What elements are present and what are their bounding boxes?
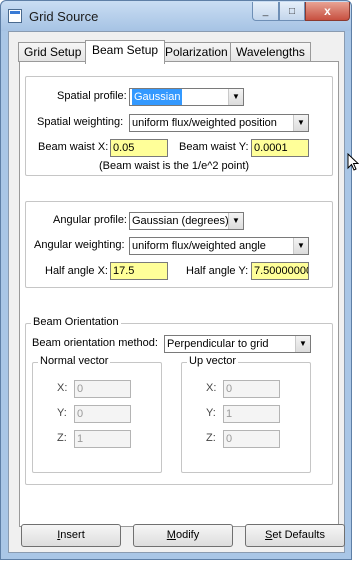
maximize-icon: □ xyxy=(288,5,296,17)
up-vector-legend: Up vector xyxy=(187,355,239,367)
normal-vector-legend: Normal vector xyxy=(38,355,111,367)
angular-profile-value: Gaussian (degrees) xyxy=(132,215,229,227)
orientation-method-label: Beam orientation method: xyxy=(32,337,158,349)
beam-waist-note: (Beam waist is the 1/e^2 point) xyxy=(99,160,250,172)
normal-z-input[interactable]: 1 xyxy=(74,430,131,448)
angular-weighting-select[interactable]: uniform flux/weighted angle ▼ xyxy=(129,237,309,255)
beam-orientation-legend: Beam Orientation xyxy=(31,316,121,328)
minimize-icon: _ xyxy=(262,5,269,17)
up-y-input[interactable]: 1 xyxy=(223,405,280,423)
beam-setup-page: Spatial profile: Gaussian ▼ Spatial weig… xyxy=(19,61,339,527)
half-angle-x-label: Half angle X: xyxy=(45,265,108,277)
chevron-down-icon: ▼ xyxy=(228,89,243,105)
normal-y-label: Y: xyxy=(57,407,67,419)
beam-waist-y-input[interactable]: 0.0001 xyxy=(251,139,309,157)
up-vector-group: Up vector X: 0 Y: 1 Z: 0 xyxy=(181,355,311,473)
normal-x-label: X: xyxy=(57,382,68,394)
chevron-down-icon: ▼ xyxy=(228,213,243,229)
mouse-cursor-icon xyxy=(347,153,359,171)
minimize-button[interactable]: _ xyxy=(252,2,279,21)
spatial-weighting-value: uniform flux/weighted position xyxy=(132,117,277,129)
up-x-input[interactable]: 0 xyxy=(223,380,280,398)
normal-y-input[interactable]: 0 xyxy=(74,405,131,423)
tab-grid-setup[interactable]: Grid Setup xyxy=(18,42,88,62)
set-defaults-button[interactable]: Set Defaults xyxy=(245,524,345,547)
title-bar[interactable]: Grid Source _ □ x xyxy=(1,1,351,31)
up-y-label: Y: xyxy=(206,407,216,419)
angular-group: Angular profile: Gaussian (degrees) ▼ An… xyxy=(25,201,333,288)
app-icon xyxy=(8,9,22,23)
tab-wavelengths[interactable]: Wavelengths xyxy=(230,42,311,62)
spatial-weighting-label: Spatial weighting: xyxy=(37,116,124,128)
angular-profile-select[interactable]: Gaussian (degrees) ▼ xyxy=(129,212,244,230)
angular-profile-label: Angular profile: xyxy=(53,214,127,226)
spatial-weighting-select[interactable]: uniform flux/weighted position ▼ xyxy=(129,114,309,132)
orientation-method-select[interactable]: Perpendicular to grid ▼ xyxy=(164,335,311,353)
angular-weighting-label: Angular weighting: xyxy=(34,239,125,251)
dialog-client: Grid Setup Beam Setup Polarization Wavel… xyxy=(8,31,345,553)
spatial-profile-label: Spatial profile: xyxy=(57,90,127,102)
normal-z-label: Z: xyxy=(57,432,67,444)
set-defaults-label-rest: et Defaults xyxy=(272,529,325,541)
half-angle-x-input[interactable]: 17.5 xyxy=(110,262,168,280)
beam-waist-x-input[interactable]: 0.05 xyxy=(110,139,168,157)
up-z-input[interactable]: 0 xyxy=(223,430,280,448)
chevron-down-icon: ▼ xyxy=(293,115,308,131)
grid-source-window: Grid Source _ □ x Grid Setup Beam Setup … xyxy=(0,0,352,560)
half-angle-y-label: Half angle Y: xyxy=(186,265,249,277)
half-angle-y-input[interactable]: 7.50000000 xyxy=(251,262,309,280)
modify-button[interactable]: Modify xyxy=(133,524,233,547)
close-button[interactable]: x xyxy=(305,2,350,21)
up-z-label: Z: xyxy=(206,432,216,444)
modify-hotkey: M xyxy=(166,529,176,541)
window-title: Grid Source xyxy=(29,9,99,24)
beam-waist-x-label: Beam waist X: xyxy=(38,141,109,153)
angular-weighting-value: uniform flux/weighted angle xyxy=(132,240,266,252)
maximize-button[interactable]: □ xyxy=(279,2,305,21)
chevron-down-icon: ▼ xyxy=(295,336,310,352)
up-x-label: X: xyxy=(206,382,217,394)
spatial-profile-select[interactable]: Gaussian ▼ xyxy=(129,88,244,106)
spatial-group: Spatial profile: Gaussian ▼ Spatial weig… xyxy=(25,76,333,176)
beam-orientation-group: Beam Orientation Beam orientation method… xyxy=(25,316,333,485)
modify-label-rest: odify xyxy=(175,529,200,541)
close-icon: x xyxy=(324,4,331,18)
tab-polarization[interactable]: Polarization xyxy=(159,42,234,62)
beam-waist-y-label: Beam waist Y: xyxy=(179,141,249,153)
spatial-profile-value: Gaussian xyxy=(132,89,183,105)
normal-vector-group: Normal vector X: 0 Y: 0 Z: 1 xyxy=(32,355,162,473)
insert-label-rest: nsert xyxy=(60,529,85,541)
chevron-down-icon: ▼ xyxy=(293,238,308,254)
orientation-method-value: Perpendicular to grid xyxy=(167,338,269,350)
normal-x-input[interactable]: 0 xyxy=(74,380,131,398)
tab-beam-setup[interactable]: Beam Setup xyxy=(85,40,166,64)
insert-button[interactable]: Insert xyxy=(21,524,121,547)
